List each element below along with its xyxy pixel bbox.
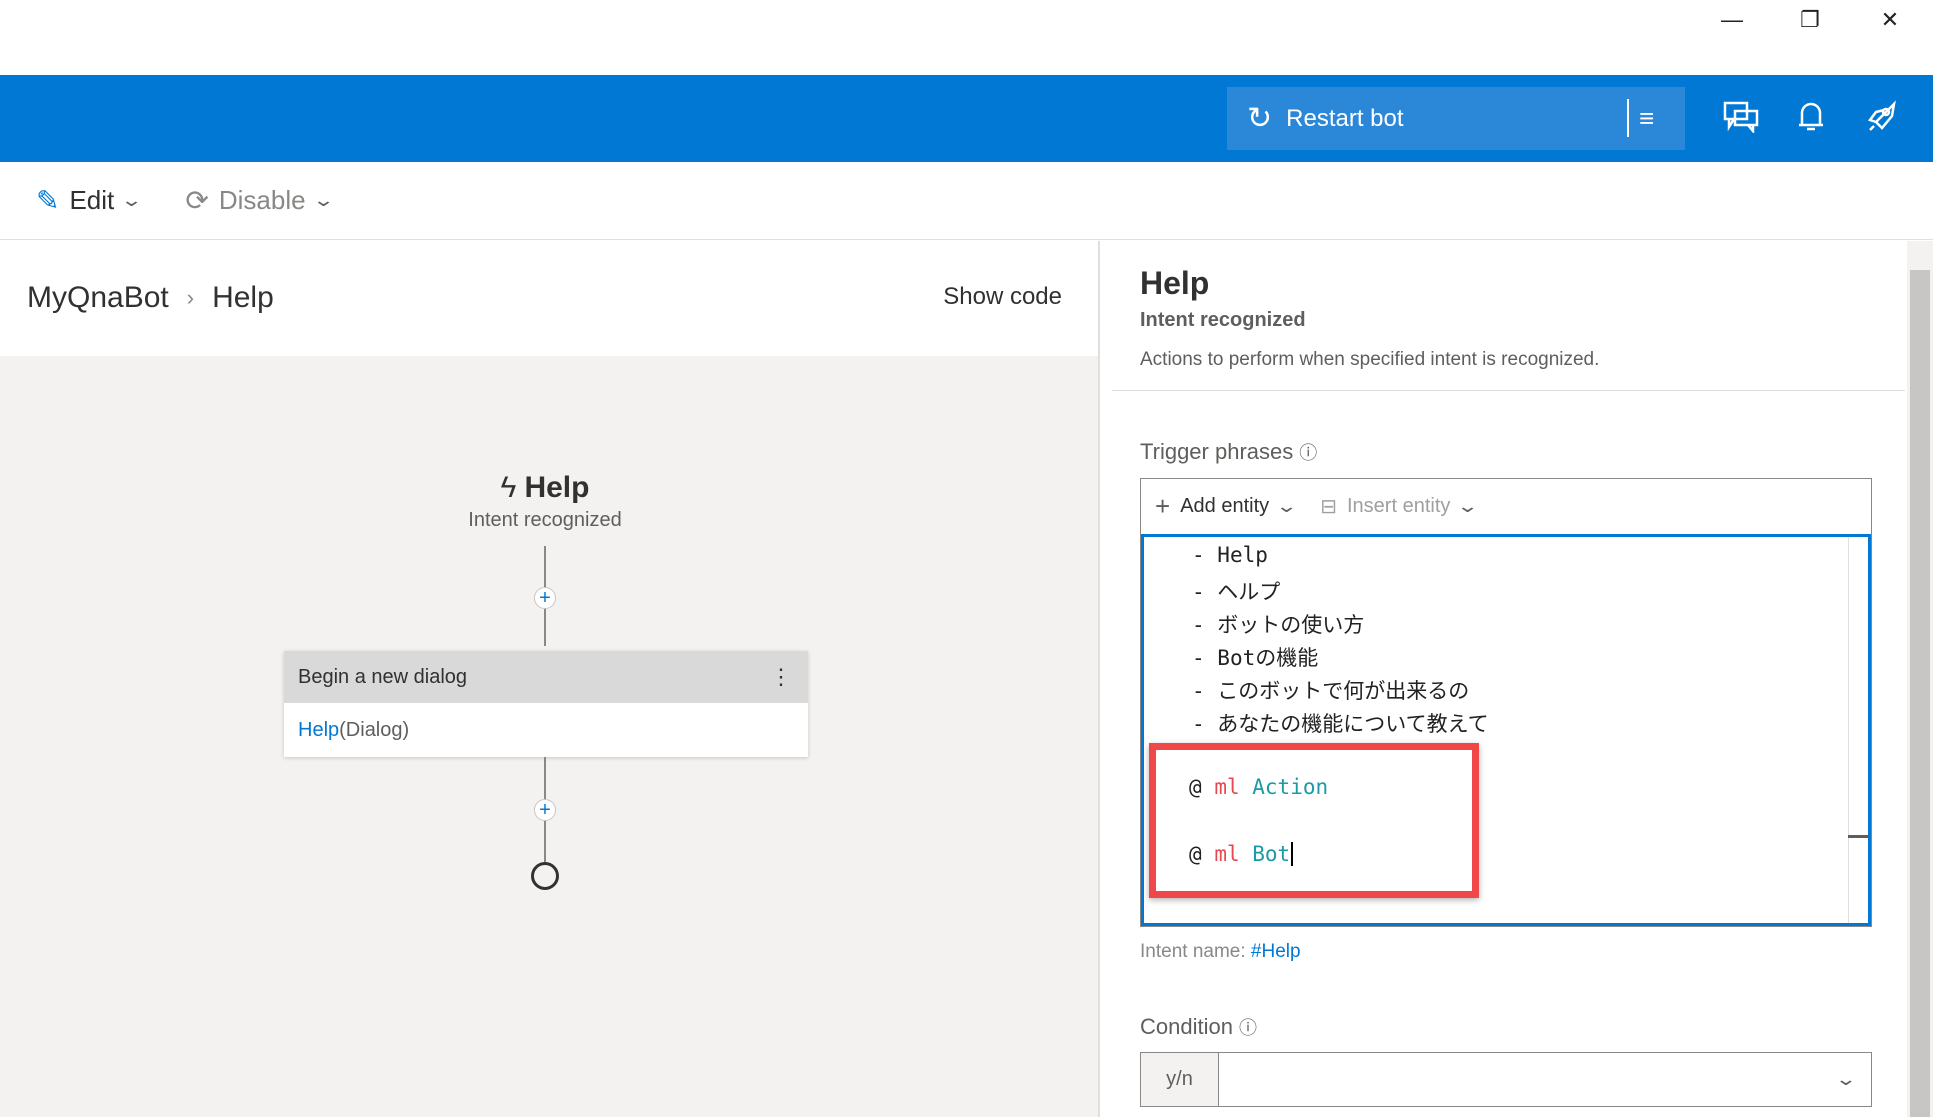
more-icon[interactable]: ⋮ <box>770 664 792 690</box>
lightning-icon: ϟ <box>500 471 517 504</box>
flow-canvas: MyQnaBot › Help Show code ϟ Help Intent r… <box>0 241 1100 1117</box>
phrase-line: - ヘルプ <box>1192 580 1281 604</box>
intent-link[interactable]: #Help <box>1251 941 1301 962</box>
code-editor[interactable]: - Help - ヘルプ - ボットの使い方 - Botの機能 - このボットで… <box>1141 537 1871 926</box>
dialog-suffix: (Dialog) <box>339 718 410 741</box>
phrase-line: - Botの機能 <box>1192 646 1319 670</box>
plus-icon: + <box>1155 491 1171 521</box>
chevron-down-icon: ⌄ <box>1275 496 1299 516</box>
breadcrumb-bar: MyQnaBot › Help Show code <box>0 241 1098 356</box>
phrase-line: - Help <box>1192 543 1268 567</box>
trigger-subtitle: Intent recognized <box>468 509 622 531</box>
restore-button[interactable]: ❐ <box>1775 0 1845 40</box>
panel-subtitle: Intent recognized <box>1140 309 1306 331</box>
panel-description: Actions to perform when specified intent… <box>1140 349 1600 370</box>
breadcrumb: MyQnaBot › Help <box>27 281 274 315</box>
condition-prefix: y/n <box>1141 1053 1219 1106</box>
restart-bot-button[interactable]: ↻ Restart bot ≡ <box>1227 87 1685 150</box>
condition-label: Condition ⓘ <box>1140 1014 1257 1040</box>
help-icon[interactable]: ⓘ <box>1299 439 1317 465</box>
intent-name: Intent name: #Help <box>1140 941 1301 962</box>
highlight-box <box>1149 743 1479 898</box>
close-button[interactable]: ✕ <box>1855 0 1925 40</box>
disable-label: Disable <box>218 185 306 215</box>
phrase-line: - あなたの機能について教えて <box>1192 712 1489 736</box>
chevron-down-icon: ⌄ <box>311 190 335 210</box>
scroll-thumb[interactable] <box>1848 835 1870 838</box>
card-title: Begin a new dialog <box>298 665 468 688</box>
dialog-link[interactable]: Help <box>298 719 339 742</box>
bell-icon[interactable] <box>1789 95 1833 139</box>
rocket-icon[interactable] <box>1859 95 1903 139</box>
scroll-thumb[interactable] <box>1910 270 1930 1117</box>
divider <box>1627 99 1629 137</box>
add-entity-button[interactable]: + Add entity ⌄ <box>1155 491 1298 522</box>
minimize-button[interactable]: — <box>1697 0 1767 40</box>
show-code-button[interactable]: Show code <box>943 283 1062 311</box>
menu-icon[interactable]: ≡ <box>1639 103 1654 134</box>
divider <box>1112 390 1905 391</box>
editor-scrollbar[interactable] <box>1848 537 1849 923</box>
condition-field[interactable]: y/n ⌄ <box>1140 1052 1872 1107</box>
add-action-button[interactable]: + <box>534 587 556 609</box>
chevron-down-icon[interactable]: ⌄ <box>1809 1053 1884 1106</box>
disable-button[interactable]: ⟳ Disable ⌄ <box>185 184 334 217</box>
sync-icon: ⟳ <box>185 185 209 216</box>
chat-icon[interactable] <box>1719 95 1763 139</box>
pencil-icon: ✎ <box>36 185 60 216</box>
trigger-phrases-label: Trigger phrases ⓘ <box>1140 439 1318 465</box>
command-bar: ✎ Edit ⌄ ⟳ Disable ⌄ <box>0 162 1933 240</box>
trigger-phrases-editor: + Add entity ⌄ ⊟ Insert entity ⌄ - Help - ヘル… <box>1140 478 1872 927</box>
breadcrumb-current[interactable]: Help <box>212 281 274 315</box>
condition-input[interactable] <box>1219 1053 1821 1106</box>
edit-label: Edit <box>69 185 115 215</box>
breadcrumb-root[interactable]: MyQnaBot <box>27 281 169 315</box>
phrase-line: - このボットで何が出来るの <box>1192 679 1470 703</box>
panel-title: Help <box>1140 265 1210 301</box>
chevron-down-icon: ⌄ <box>120 190 144 210</box>
chevron-down-icon: ⌄ <box>1456 496 1480 516</box>
edit-button[interactable]: ✎ Edit ⌄ <box>36 184 143 217</box>
trigger-title: Help <box>524 471 590 504</box>
title-bar: — ❐ ✕ <box>0 0 1933 75</box>
phrase-line: - ボットの使い方 <box>1192 613 1365 637</box>
restart-bot-label: Restart bot <box>1286 104 1404 132</box>
add-action-button[interactable]: + <box>534 799 556 821</box>
help-icon[interactable]: ⓘ <box>1239 1014 1257 1040</box>
end-node-icon <box>531 862 559 890</box>
app-header: ↻ Restart bot ≡ <box>0 75 1933 162</box>
trigger-node[interactable]: ϟ Help Intent recognized <box>445 471 645 532</box>
chevron-right-icon: › <box>186 285 195 310</box>
insert-icon: ⊟ <box>1320 496 1337 518</box>
restart-icon: ↻ <box>1247 102 1273 135</box>
insert-entity-button[interactable]: ⊟ Insert entity ⌄ <box>1320 494 1479 519</box>
begin-dialog-card[interactable]: Begin a new dialog ⋮ Help (Dialog) <box>284 651 808 757</box>
